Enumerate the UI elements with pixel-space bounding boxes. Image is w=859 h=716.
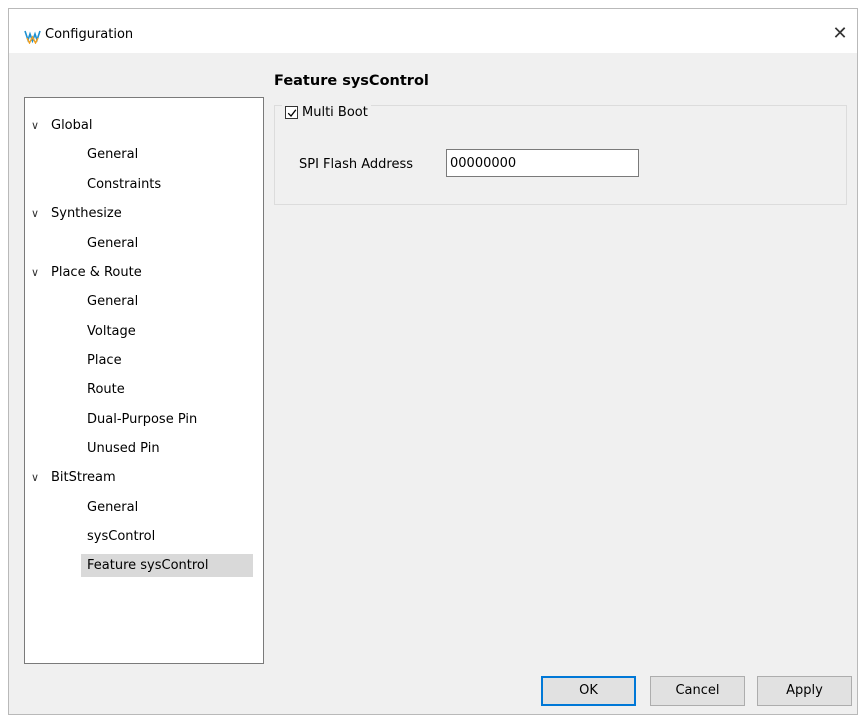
- tree-group-label: Global: [51, 118, 93, 133]
- tree-item-bitstream-general[interactable]: General: [81, 496, 144, 519]
- multi-boot-label[interactable]: Multi Boot: [302, 105, 368, 120]
- tree-group-bitstream[interactable]: ∨ BitStream: [31, 466, 116, 489]
- close-button[interactable]: ✕: [823, 19, 857, 49]
- tree-group-global[interactable]: ∨ Global: [31, 114, 92, 137]
- spi-flash-address-label: SPI Flash Address: [299, 157, 414, 172]
- tree-item-global-general[interactable]: General: [81, 143, 144, 166]
- cancel-button[interactable]: Cancel: [650, 676, 745, 706]
- tree-item-place[interactable]: Place: [81, 349, 128, 372]
- chevron-down-icon[interactable]: ∨: [31, 202, 51, 225]
- chevron-down-icon[interactable]: ∨: [31, 261, 51, 284]
- tree-item-feature-syscontrol[interactable]: Feature sysControl: [81, 554, 253, 577]
- tree-item-route[interactable]: Route: [81, 378, 131, 401]
- spi-flash-address-input[interactable]: [446, 149, 639, 177]
- ok-button[interactable]: OK: [541, 676, 636, 706]
- tree-item-synthesize-general[interactable]: General: [81, 232, 144, 255]
- tree-group-label: Synthesize: [51, 206, 122, 221]
- page-title: Feature sysControl: [274, 73, 429, 89]
- multi-boot-legend: Multi Boot: [282, 105, 371, 120]
- tree-item-unused-pin[interactable]: Unused Pin: [81, 437, 166, 460]
- tree-group-synthesize[interactable]: ∨ Synthesize: [31, 202, 122, 225]
- tree-item-pnr-general[interactable]: General: [81, 290, 144, 313]
- tree-item-constraints[interactable]: Constraints: [81, 173, 167, 196]
- tree-group-label: Place & Route: [51, 265, 142, 280]
- tree-item-dual-purpose-pin[interactable]: Dual-Purpose Pin: [81, 408, 203, 431]
- tree-group-place-route[interactable]: ∨ Place & Route: [31, 261, 142, 284]
- title-bar: Configuration ✕: [9, 9, 857, 53]
- checkmark-icon: [287, 109, 297, 117]
- tree-group-label: BitStream: [51, 470, 116, 485]
- apply-button[interactable]: Apply: [757, 676, 852, 706]
- chevron-down-icon[interactable]: ∨: [31, 114, 51, 137]
- tree-item-voltage[interactable]: Voltage: [81, 320, 142, 343]
- tree-item-syscontrol[interactable]: sysControl: [81, 525, 161, 548]
- close-icon: ✕: [832, 23, 848, 44]
- multi-boot-checkbox[interactable]: [285, 106, 298, 119]
- configuration-dialog: Configuration ✕ Feature sysControl ∨ Glob…: [8, 8, 858, 715]
- chevron-down-icon[interactable]: ∨: [31, 466, 51, 489]
- app-logo-icon: [24, 30, 41, 44]
- settings-tree[interactable]: ∨ Global General Constraints ∨ Synthesize …: [24, 97, 264, 664]
- window-title: Configuration: [45, 27, 134, 42]
